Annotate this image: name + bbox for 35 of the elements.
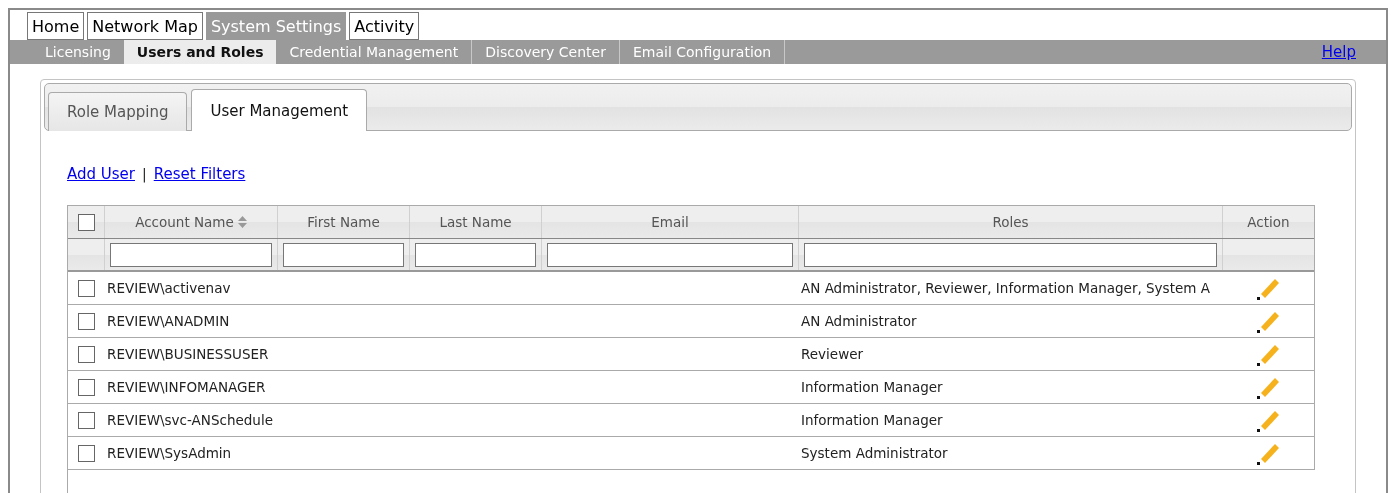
nav-tab[interactable]: Activity <box>349 12 420 40</box>
reset-filters-link[interactable]: Reset Filters <box>153 165 246 183</box>
nav-tab[interactable]: Home <box>27 12 85 40</box>
panel-tab[interactable]: User Management <box>191 89 368 131</box>
filter-field[interactable] <box>547 242 793 267</box>
filter-field[interactable] <box>804 242 1217 267</box>
link-separator: | <box>142 166 147 182</box>
checkbox[interactable] <box>77 345 95 363</box>
checkbox[interactable] <box>77 411 95 429</box>
table-cell-text: REVIEW\SysAdmin <box>106 445 233 461</box>
table-cell-text: REVIEW\BUSINESSUSER <box>106 346 270 362</box>
filter-field[interactable] <box>283 242 404 267</box>
table-cell-text: REVIEW\INFOMANAGER <box>106 379 267 395</box>
table-cell-text: AN Administrator <box>800 313 918 329</box>
filter-field[interactable] <box>110 242 272 267</box>
nav-tab[interactable]: Network Map <box>87 12 203 40</box>
checkbox[interactable] <box>77 378 95 396</box>
checkbox[interactable] <box>77 312 95 330</box>
filter-field[interactable] <box>415 242 536 267</box>
panel-tab[interactable]: Role Mapping <box>48 92 188 131</box>
table-cell-text: REVIEW\ANADMIN <box>106 313 231 329</box>
table-cell-text: Information Manager <box>800 379 944 395</box>
table-cell-text: System Administrator <box>800 445 949 461</box>
checkbox[interactable] <box>77 279 95 297</box>
table-cell-text: REVIEW\svc-ANSchedule <box>106 412 274 428</box>
sort-icon <box>237 216 247 228</box>
help-link[interactable]: Help <box>1321 43 1356 61</box>
table-cell-text: AN Administrator, Reviewer, Information Manager, System A <box>800 280 1211 296</box>
sub-nav-item[interactable]: Users and Roles <box>123 40 277 64</box>
table-cell-text: Reviewer <box>800 346 865 362</box>
add-user-link[interactable]: Add User <box>67 165 135 183</box>
checkbox[interactable] <box>77 444 95 462</box>
table-cell-text: REVIEW\activenav <box>106 280 232 296</box>
checkbox[interactable] <box>77 213 95 231</box>
table-cell-text: Information Manager <box>800 412 944 428</box>
